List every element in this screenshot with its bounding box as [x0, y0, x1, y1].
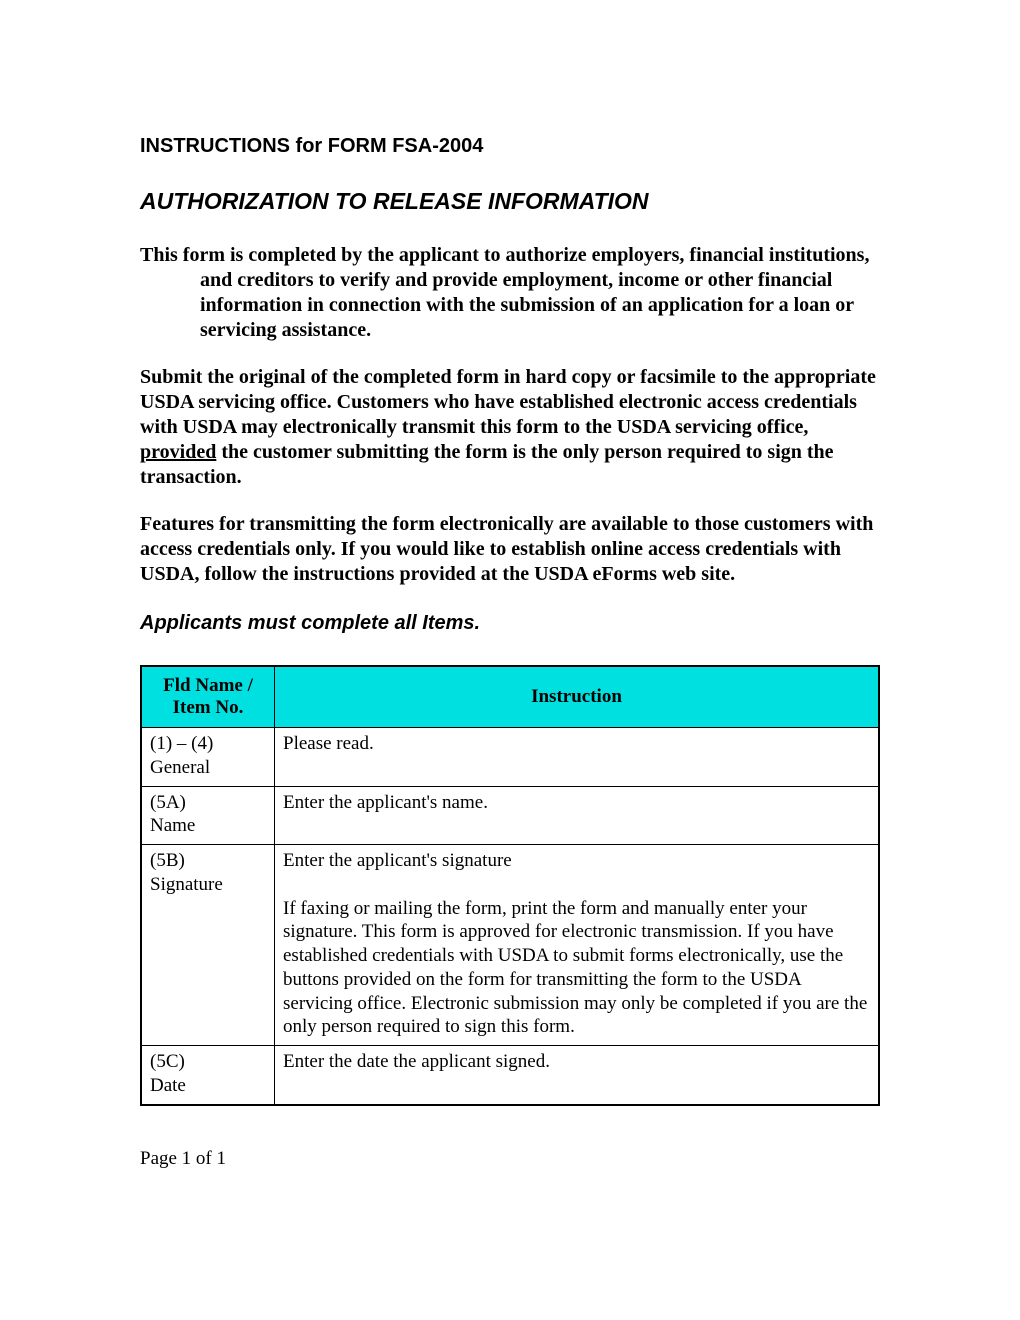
instr-5b-b: If faxing or mailing the form, print the…: [283, 898, 867, 1038]
table-header-instruction: Instruction: [275, 666, 880, 728]
applicants-must-complete: Applicants must complete all Items.: [140, 612, 880, 635]
table-header-row: Fld Name / Item No. Instruction: [141, 666, 879, 728]
table-row: (1) – (4) General Please read.: [141, 728, 879, 787]
fld-line2: Date: [150, 1074, 266, 1098]
instructions-table: Fld Name / Item No. Instruction (1) – (4…: [140, 665, 880, 1106]
document-page: INSTRUCTIONS for FORM FSA-2004 AUTHORIZA…: [0, 0, 1020, 1320]
fld-cell: (1) – (4) General: [141, 728, 275, 787]
p2-provided: provided: [140, 441, 216, 463]
intro-paragraph-1: This form is completed by the applicant …: [140, 243, 880, 343]
page-footer: Page 1 of 1: [140, 1148, 226, 1170]
fld-line2: General: [150, 756, 266, 780]
instr-cell: Enter the applicant's name.: [275, 786, 880, 845]
p2-part-a: Submit the original of the completed for…: [140, 366, 876, 438]
instr-5b-a: Enter the applicant's signature: [283, 850, 512, 871]
page-title: AUTHORIZATION TO RELEASE INFORMATION: [140, 188, 880, 215]
instr-cell: Please read.: [275, 728, 880, 787]
fld-cell: (5C) Date: [141, 1046, 275, 1105]
fld-line1: (1) – (4): [150, 732, 266, 756]
table-row: (5A) Name Enter the applicant's name.: [141, 786, 879, 845]
fld-cell: (5A) Name: [141, 786, 275, 845]
instructions-for-line: INSTRUCTIONS for FORM FSA-2004: [140, 135, 880, 158]
intro-paragraph-2: Submit the original of the completed for…: [140, 365, 880, 490]
p2-part-b: the customer submitting the form is the …: [140, 441, 834, 488]
fld-line2: Signature: [150, 873, 266, 897]
instr-cell: Enter the date the applicant signed.: [275, 1046, 880, 1105]
header-fld-line1: Fld Name /: [148, 675, 268, 697]
fld-cell: (5B) Signature: [141, 845, 275, 1046]
fld-line2: Name: [150, 814, 266, 838]
instr-cell: Enter the applicant's signature If faxin…: [275, 845, 880, 1046]
fld-line1: (5B): [150, 849, 266, 873]
fld-line1: (5A): [150, 791, 266, 815]
table-header-fld: Fld Name / Item No.: [141, 666, 275, 728]
table-row: (5B) Signature Enter the applicant's sig…: [141, 845, 879, 1046]
table-row: (5C) Date Enter the date the applicant s…: [141, 1046, 879, 1105]
fld-line1: (5C): [150, 1050, 266, 1074]
header-fld-line2: Item No.: [148, 697, 268, 719]
intro-paragraph-3: Features for transmitting the form elect…: [140, 512, 880, 587]
